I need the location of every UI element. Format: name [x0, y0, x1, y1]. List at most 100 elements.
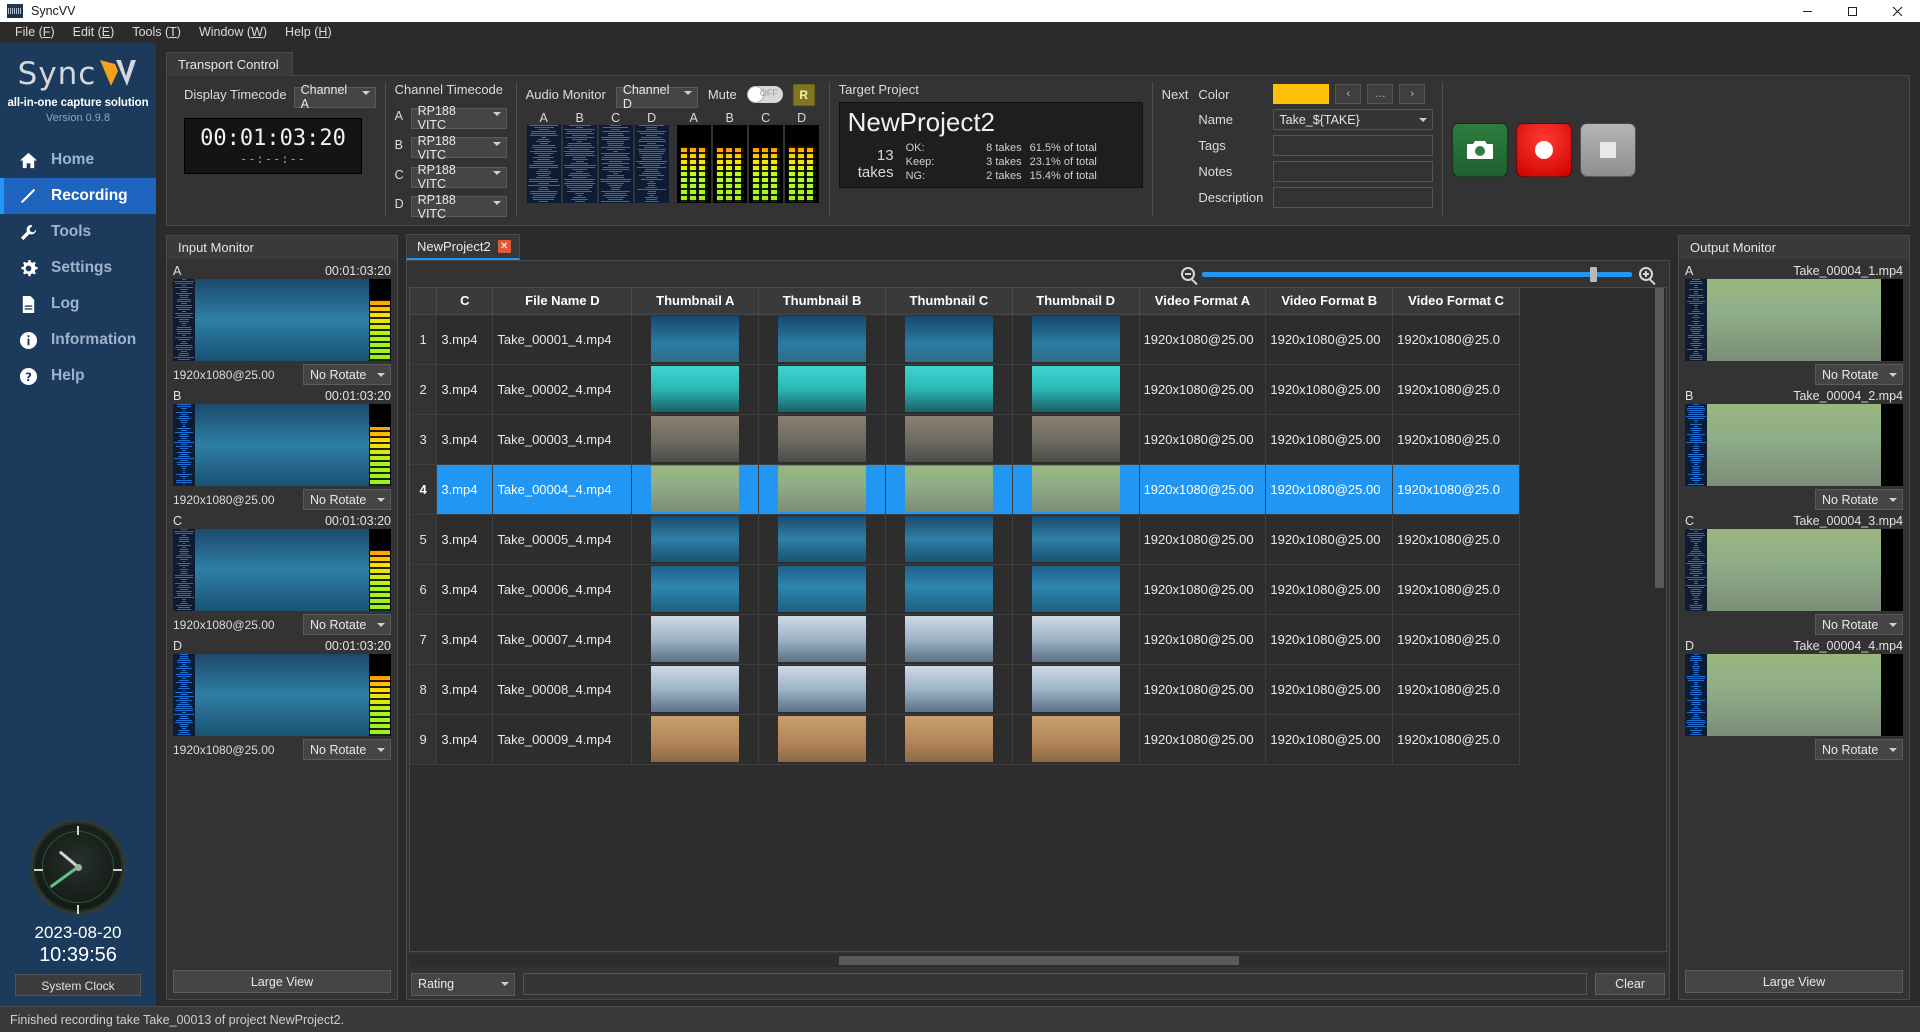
cell-thumbnail-a[interactable] [632, 314, 759, 364]
color-next-button[interactable]: › [1399, 84, 1425, 104]
table-row[interactable]: 43.mp4Take_00004_4.mp41920x1080@25.00192… [410, 464, 1520, 514]
input-rotate-select-c[interactable]: No Rotate [303, 614, 391, 635]
target-project-panel[interactable]: NewProject2 13 takes OK: 8 takes 61.5% o… [839, 102, 1143, 188]
col-video-format-a[interactable]: Video Format A [1139, 288, 1266, 314]
zoom-in-icon[interactable] [1639, 267, 1653, 281]
sidebar-item-recording[interactable]: Recording [0, 178, 156, 214]
cell-thumbnail-d[interactable] [1012, 414, 1139, 464]
col-thumbnail-d[interactable]: Thumbnail D [1012, 288, 1139, 314]
cell-thumbnail-b[interactable] [759, 364, 886, 414]
cell-thumbnail-c[interactable] [885, 714, 1012, 764]
zoom-slider[interactable] [1202, 272, 1632, 277]
cell-thumbnail-d[interactable] [1012, 564, 1139, 614]
mute-toggle[interactable]: OFF [747, 86, 783, 103]
cell-thumbnail-a[interactable] [632, 464, 759, 514]
close-icon[interactable]: ✕ [498, 240, 511, 253]
cell-thumbnail-a[interactable] [632, 364, 759, 414]
record-button[interactable] [1516, 123, 1572, 177]
col-thumbnail-b[interactable]: Thumbnail B [759, 288, 886, 314]
project-tab[interactable]: NewProject2 ✕ [406, 234, 520, 260]
cell-thumbnail-a[interactable] [632, 564, 759, 614]
sidebar-item-help[interactable]: ? Help [0, 358, 156, 394]
sidebar-item-log[interactable]: Log [0, 286, 156, 322]
sidebar-item-information[interactable]: Information [0, 322, 156, 358]
cell-thumbnail-a[interactable] [632, 514, 759, 564]
output-preview-d[interactable] [1685, 654, 1903, 736]
output-rotate-select-d[interactable]: No Rotate [1815, 739, 1903, 760]
cell-thumbnail-c[interactable] [885, 564, 1012, 614]
table-row[interactable]: 63.mp4Take_00006_4.mp41920x1080@25.00192… [410, 564, 1520, 614]
cell-thumbnail-b[interactable] [759, 414, 886, 464]
table-row[interactable]: 13.mp4Take_00001_4.mp41920x1080@25.00192… [410, 314, 1520, 364]
table-row[interactable]: 53.mp4Take_00005_4.mp41920x1080@25.00192… [410, 514, 1520, 564]
output-preview-c[interactable] [1685, 529, 1903, 611]
cell-thumbnail-d[interactable] [1012, 614, 1139, 664]
input-rotate-select-d[interactable]: No Rotate [303, 739, 391, 760]
table-row[interactable]: 23.mp4Take_00002_4.mp41920x1080@25.00192… [410, 364, 1520, 414]
sidebar-item-tools[interactable]: Tools [0, 214, 156, 250]
zoom-out-icon[interactable] [1181, 267, 1195, 281]
cell-thumbnail-c[interactable] [885, 364, 1012, 414]
output-monitor-tab[interactable]: Output Monitor [1678, 235, 1910, 259]
channel-timecode-select-d[interactable]: RP188 VITC [411, 192, 507, 218]
menu-tools[interactable]: Tools (T) [123, 23, 190, 41]
channel-timecode-select-c[interactable]: RP188 VITC [411, 162, 507, 188]
snapshot-button[interactable] [1452, 123, 1508, 177]
cell-thumbnail-d[interactable] [1012, 464, 1139, 514]
cell-thumbnail-d[interactable] [1012, 664, 1139, 714]
sidebar-item-settings[interactable]: Settings [0, 250, 156, 286]
col-video-format-c[interactable]: Video Format C [1393, 288, 1520, 314]
cell-thumbnail-d[interactable] [1012, 364, 1139, 414]
col-video-format-b[interactable]: Video Format B [1266, 288, 1393, 314]
cell-thumbnail-b[interactable] [759, 714, 886, 764]
cell-thumbnail-c[interactable] [885, 514, 1012, 564]
color-more-button[interactable]: … [1367, 84, 1393, 104]
menu-help[interactable]: Help (H) [276, 23, 341, 41]
col-file-name-d[interactable]: File Name D [493, 288, 632, 314]
cell-thumbnail-b[interactable] [759, 564, 886, 614]
transport-control-tab[interactable]: Transport Control [166, 52, 293, 76]
cell-thumbnail-a[interactable] [632, 664, 759, 714]
cell-thumbnail-d[interactable] [1012, 714, 1139, 764]
cell-thumbnail-a[interactable] [632, 614, 759, 664]
cell-thumbnail-b[interactable] [759, 314, 886, 364]
cell-thumbnail-a[interactable] [632, 714, 759, 764]
table-row[interactable]: 73.mp4Take_00007_4.mp41920x1080@25.00192… [410, 614, 1520, 664]
description-input[interactable] [1273, 187, 1433, 208]
table-row[interactable]: 33.mp4Take_00003_4.mp41920x1080@25.00192… [410, 414, 1520, 464]
table-row[interactable]: 93.mp4Take_00009_4.mp41920x1080@25.00192… [410, 714, 1520, 764]
cell-thumbnail-c[interactable] [885, 664, 1012, 714]
cell-thumbnail-c[interactable] [885, 414, 1012, 464]
input-large-view-button[interactable]: Large View [173, 970, 391, 993]
cell-thumbnail-b[interactable] [759, 614, 886, 664]
table-vertical-scrollbar[interactable] [1653, 288, 1666, 951]
col-thumbnail-c[interactable]: Thumbnail C [885, 288, 1012, 314]
cell-thumbnail-c[interactable] [885, 314, 1012, 364]
col-rownum[interactable] [410, 288, 437, 314]
channel-timecode-select-b[interactable]: RP188 VITC [411, 133, 507, 159]
cell-thumbnail-c[interactable] [885, 614, 1012, 664]
audio-r-button[interactable]: R [793, 84, 815, 106]
close-button[interactable] [1875, 0, 1920, 22]
output-rotate-select-a[interactable]: No Rotate [1815, 364, 1903, 385]
input-preview-d[interactable] [173, 654, 391, 736]
name-combo[interactable] [1273, 109, 1433, 130]
input-preview-b[interactable] [173, 404, 391, 486]
maximize-button[interactable] [1830, 0, 1875, 22]
menu-window[interactable]: Window (W) [190, 23, 276, 41]
stop-button[interactable] [1580, 123, 1636, 177]
name-input[interactable] [1273, 109, 1433, 130]
audio-monitor-channel-select[interactable]: Channel D [616, 82, 698, 108]
cell-thumbnail-b[interactable] [759, 514, 886, 564]
sidebar-item-home[interactable]: Home [0, 142, 156, 178]
output-preview-a[interactable] [1685, 279, 1903, 361]
table-row[interactable]: 83.mp4Take_00008_4.mp41920x1080@25.00192… [410, 664, 1520, 714]
input-rotate-select-a[interactable]: No Rotate [303, 364, 391, 385]
col-c[interactable]: C [437, 288, 493, 314]
output-preview-b[interactable] [1685, 404, 1903, 486]
input-preview-c[interactable] [173, 529, 391, 611]
system-clock-button[interactable]: System Clock [15, 974, 141, 996]
color-swatch[interactable] [1273, 84, 1329, 104]
output-rotate-select-c[interactable]: No Rotate [1815, 614, 1903, 635]
clear-button[interactable]: Clear [1595, 973, 1665, 995]
